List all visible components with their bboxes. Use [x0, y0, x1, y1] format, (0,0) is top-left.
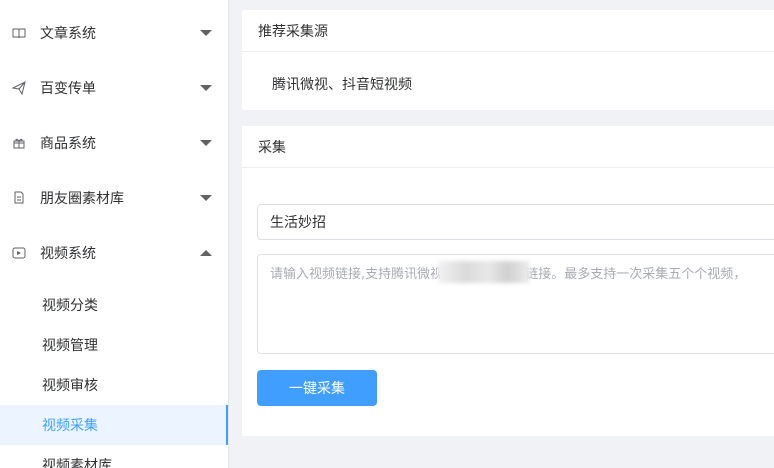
book-icon: [12, 26, 26, 40]
submenu-video-material[interactable]: 视频素材库: [0, 445, 228, 468]
menu-video-system[interactable]: 视频系统: [0, 225, 228, 280]
paper-plane-icon: [12, 80, 26, 95]
video-icon: [12, 246, 26, 260]
chevron-up-icon: [200, 249, 212, 256]
sidebar: 文章系统 百变传单 商品系统 朋友圈素材库 视频系统 视频分类 视频管理 视频审…: [0, 0, 229, 468]
one-click-collect-button[interactable]: 一键采集: [257, 370, 377, 406]
chevron-down-icon: [200, 194, 212, 201]
menu-label: 朋友圈素材库: [40, 190, 124, 207]
redaction-blur: [438, 261, 530, 283]
menu-moments-library[interactable]: 朋友圈素材库: [0, 170, 228, 225]
menu-label: 文章系统: [40, 25, 96, 42]
gift-icon: [12, 136, 26, 150]
submenu-video-management[interactable]: 视频管理: [0, 325, 228, 365]
chevron-down-icon: [200, 29, 212, 36]
document-icon: [12, 191, 26, 205]
recommend-title: 推荐采集源: [242, 10, 774, 52]
menu-flyer[interactable]: 百变传单: [0, 60, 228, 115]
menu-label: 商品系统: [40, 135, 96, 152]
collect-title: 采集: [242, 126, 774, 168]
submenu-video-review[interactable]: 视频审核: [0, 365, 228, 405]
category-select[interactable]: 生活妙招: [257, 204, 774, 240]
menu-label: 百变传单: [40, 80, 96, 97]
recommend-sources: 腾讯微视、抖音短视频: [272, 77, 412, 93]
menu-article-system[interactable]: 文章系统: [0, 5, 228, 60]
chevron-down-icon: [200, 139, 212, 146]
menu-label: 视频系统: [40, 245, 96, 262]
collect-card: 采集 生活妙招 请输入视频链接,支持腾讯微视、抖音短视频 链接。最多支持一次采集…: [242, 126, 774, 436]
submenu-video-category[interactable]: 视频分类: [0, 285, 228, 325]
menu-product-system[interactable]: 商品系统: [0, 115, 228, 170]
chevron-down-icon: [200, 84, 212, 91]
submenu-video-collect[interactable]: 视频采集: [0, 405, 228, 445]
video-links-textarea[interactable]: 请输入视频链接,支持腾讯微视、抖音短视频 链接。最多支持一次采集五个个视频，: [257, 254, 774, 354]
recommend-card: 推荐采集源 腾讯微视、抖音短视频: [242, 10, 774, 110]
